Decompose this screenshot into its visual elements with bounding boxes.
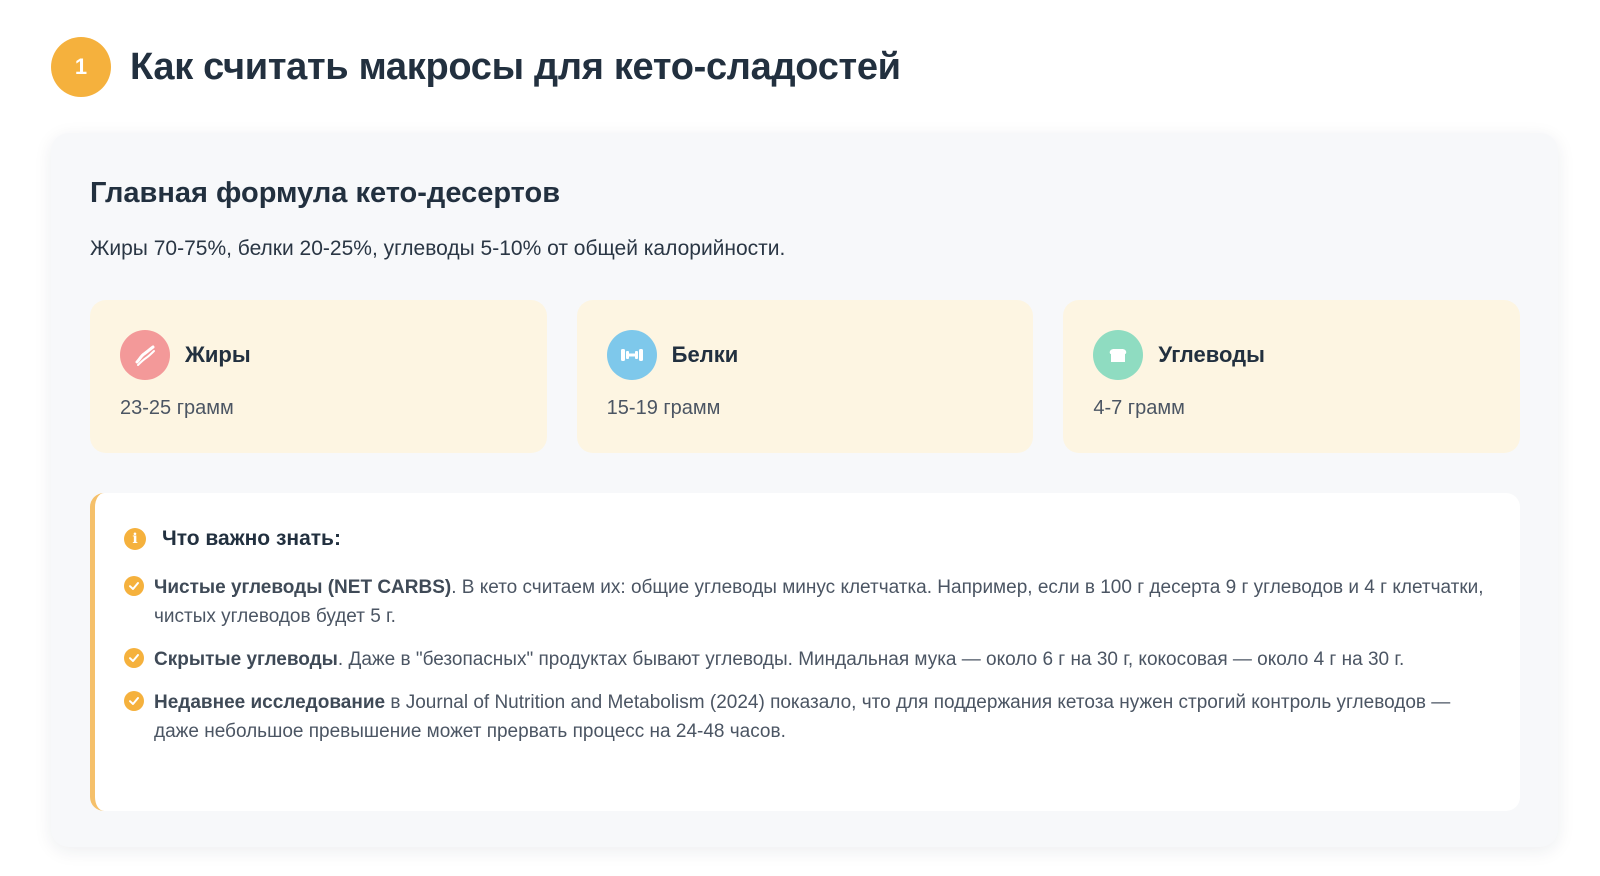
info-list: Чистые углеводы (NET CARBS). В кето счит…	[124, 573, 1484, 760]
list-item-heading: Скрытые углеводы	[154, 649, 338, 670]
card-title: Главная формула кето-десертов	[90, 177, 561, 209]
macro-name: Жиры	[185, 342, 251, 367]
macro-card-protein: Белки 15-19 грамм	[576, 300, 1034, 453]
check-icon	[124, 648, 144, 668]
macro-name: Белки	[671, 342, 739, 367]
info-icon: i	[124, 528, 146, 550]
bread-icon	[1093, 330, 1144, 380]
section-title: Как считать макросы для кето-сладостей	[130, 45, 901, 88]
card-subtitle: Жиры 70-75%, белки 20-25%, углеводы 5-10…	[90, 237, 786, 260]
info-title: Что важно знать:	[162, 527, 341, 550]
macro-name: Углеводы	[1158, 342, 1265, 367]
list-item-text: Чистые углеводы (NET CARBS). В кето счит…	[154, 573, 1484, 631]
dumbbell-icon	[606, 330, 657, 380]
step-number-badge: 1	[51, 37, 111, 97]
list-item: Недавнее исследование в Journal of Nutri…	[124, 688, 1484, 746]
macro-card-carbs: Углеводы 4-7 грамм	[1063, 300, 1521, 453]
bacon-icon	[120, 330, 170, 380]
list-item: Чистые углеводы (NET CARBS). В кето счит…	[124, 573, 1484, 631]
list-item-heading: Недавнее исследование	[154, 692, 386, 713]
macro-cards: Жиры 23-25 грамм Белки 15-19 грамм Углев…	[90, 300, 1521, 453]
check-icon	[124, 691, 144, 711]
list-item-heading: Чистые углеводы (NET CARBS)	[154, 577, 452, 598]
formula-card: Главная формула кето-десертов Жиры 70-75…	[51, 133, 1558, 847]
list-item: Скрытые углеводы. Даже в "безопасных" пр…	[124, 645, 1484, 674]
list-item-text: Скрытые углеводы. Даже в "безопасных" пр…	[154, 645, 1404, 674]
macro-card-fat: Жиры 23-25 грамм	[90, 300, 547, 453]
macro-amount: 15-19 грамм	[606, 397, 721, 419]
check-icon	[124, 576, 144, 596]
section-header: 1 Как считать макросы для кето-сладостей	[51, 37, 901, 97]
macro-amount: 4-7 грамм	[1093, 397, 1185, 419]
info-box: i Что важно знать: Чистые углеводы (NET …	[90, 493, 1520, 811]
list-item-body: . Даже в "безопасных" продуктах бывают у…	[337, 649, 1405, 670]
list-item-text: Недавнее исследование в Journal of Nutri…	[154, 688, 1484, 746]
macro-amount: 23-25 грамм	[120, 397, 234, 419]
